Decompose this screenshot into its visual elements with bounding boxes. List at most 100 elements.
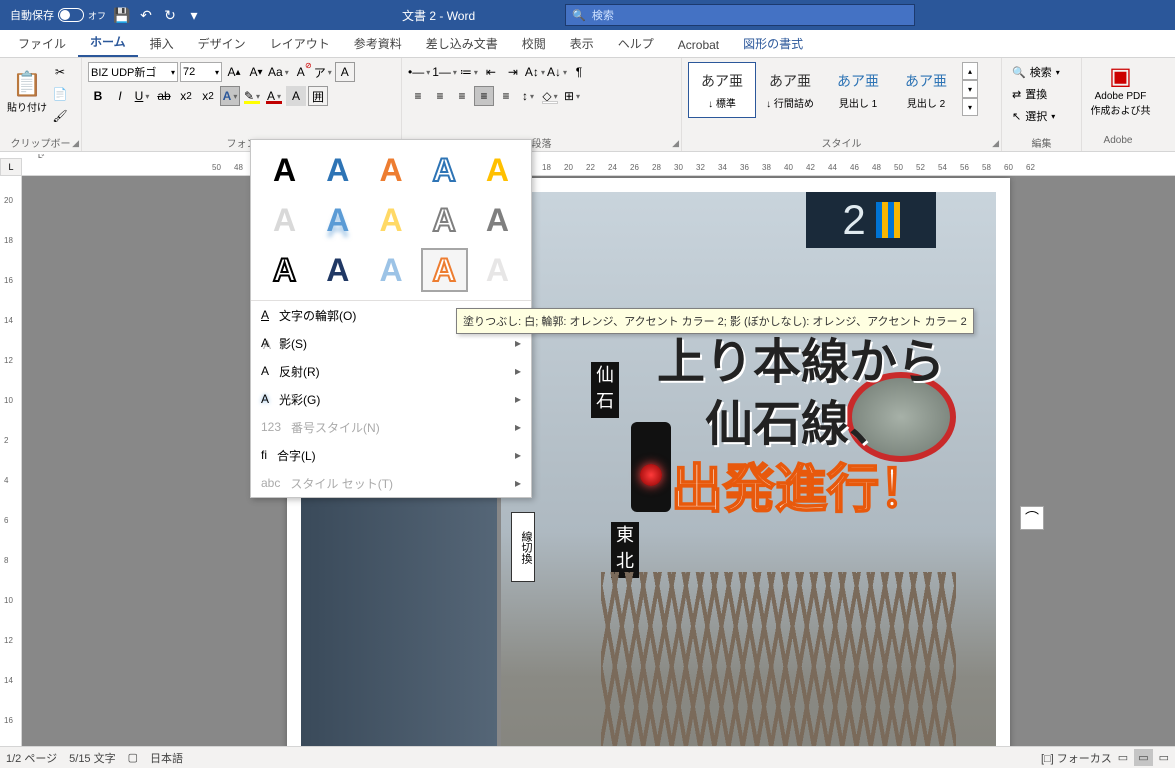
tab-insert[interactable]: 挿入: [138, 30, 186, 57]
find-button[interactable]: 🔍検索▾: [1008, 62, 1075, 82]
paragraph-launcher-icon[interactable]: ◢: [672, 138, 679, 149]
tab-review[interactable]: 校閲: [510, 30, 558, 57]
multilevel-button[interactable]: ≔: [459, 62, 479, 82]
fx-preset-2[interactable]: A: [314, 148, 361, 192]
tab-design[interactable]: デザイン: [186, 30, 258, 57]
undo-icon[interactable]: ↶: [138, 7, 154, 23]
shrink-font-button[interactable]: A▾: [246, 62, 266, 82]
numbering-button[interactable]: 1—: [432, 62, 457, 82]
underline-button[interactable]: U: [132, 86, 152, 106]
font-size-combo[interactable]: 72▾: [180, 62, 222, 82]
style-gallery[interactable]: あア亜↓ 標準 あア亜↓ 行間詰め あア亜見出し 1 あア亜見出し 2: [688, 62, 960, 118]
tab-home[interactable]: ホーム: [78, 28, 138, 57]
fx-preset-13[interactable]: A: [367, 248, 414, 292]
align-justify-button[interactable]: ≡: [474, 86, 494, 106]
fx-preset-1[interactable]: A: [261, 148, 308, 192]
fx-preset-11[interactable]: A: [261, 248, 308, 292]
tab-file[interactable]: ファイル: [6, 30, 78, 57]
tab-layout[interactable]: レイアウト: [258, 30, 342, 57]
fx-reflection-menu[interactable]: A反射(R)▸: [251, 357, 531, 385]
show-marks-button[interactable]: ¶: [569, 62, 589, 82]
save-icon[interactable]: 💾: [114, 7, 130, 23]
autosave-toggle[interactable]: 自動保存 オフ: [10, 7, 106, 23]
layout-options-button[interactable]: ⌒: [1020, 506, 1044, 530]
font-name-combo[interactable]: BIZ UDP新ゴ▾: [88, 62, 178, 82]
change-case-button[interactable]: Aa: [268, 62, 289, 82]
fx-preset-3[interactable]: A: [367, 148, 414, 192]
line-spacing-button[interactable]: ↕: [518, 86, 538, 106]
copy-button[interactable]: 📄: [50, 84, 70, 104]
bold-button[interactable]: B: [88, 86, 108, 106]
fx-preset-12[interactable]: A: [314, 248, 361, 292]
focus-mode-button[interactable]: [□] フォーカス: [1041, 750, 1112, 766]
horizontal-ruler[interactable]: 5048464442403824681012141618202224262830…: [22, 158, 1175, 176]
cut-button[interactable]: ✂: [50, 62, 70, 82]
clear-format-button[interactable]: A⊘: [291, 62, 311, 82]
adobe-pdf-button[interactable]: ▣ Adobe PDF 作成および共: [1088, 62, 1153, 117]
borders-button[interactable]: ⊞: [562, 86, 582, 106]
wordart-text[interactable]: 上り本線から 仙石線、 出発進行！: [636, 332, 966, 524]
align-center-button[interactable]: ≡: [430, 86, 450, 106]
view-web-button[interactable]: ▭: [1159, 751, 1169, 764]
italic-button[interactable]: I: [110, 86, 130, 106]
sort-button[interactable]: A↓: [547, 62, 567, 82]
fx-preset-4[interactable]: A: [421, 148, 468, 192]
fx-preset-15[interactable]: A: [474, 248, 521, 292]
qat-more-icon[interactable]: ▾: [186, 7, 202, 23]
style-scroll-down[interactable]: ▾: [962, 80, 978, 98]
style-nospace[interactable]: あア亜↓ 行間詰め: [756, 62, 824, 118]
view-read-button[interactable]: ▭: [1118, 751, 1128, 764]
increase-indent-button[interactable]: ⇥: [503, 62, 523, 82]
style-heading2[interactable]: あア亜見出し 2: [892, 62, 960, 118]
status-words[interactable]: 5/15 文字: [69, 750, 115, 766]
highlight-button[interactable]: ✎: [242, 86, 262, 106]
vertical-ruler[interactable]: 201816141210246810121416: [0, 176, 22, 746]
text-effects-button[interactable]: A: [220, 86, 240, 106]
align-left-button[interactable]: ≡: [408, 86, 428, 106]
tab-mailings[interactable]: 差し込み文書: [414, 30, 510, 57]
ruler-corner[interactable]: L: [0, 158, 22, 176]
fx-preset-14[interactable]: A: [421, 248, 468, 292]
status-page[interactable]: 1/2 ページ: [6, 750, 57, 766]
tab-help[interactable]: ヘルプ: [606, 30, 666, 57]
style-heading1[interactable]: あア亜見出し 1: [824, 62, 892, 118]
subscript-button[interactable]: x2: [176, 86, 196, 106]
status-spelling-icon[interactable]: ▢: [128, 751, 138, 764]
paste-button[interactable]: 📋 貼り付け: [6, 62, 48, 122]
char-border-button[interactable]: 囲: [308, 86, 328, 106]
view-print-button[interactable]: ▭: [1134, 749, 1152, 766]
align-right-button[interactable]: ≡: [452, 86, 472, 106]
char-shading-button[interactable]: A: [286, 86, 306, 106]
fx-ligatures-menu[interactable]: fi合字(L)▸: [251, 441, 531, 469]
status-language[interactable]: 日本語: [150, 750, 183, 766]
style-normal[interactable]: あア亜↓ 標準: [688, 62, 756, 118]
search-box[interactable]: 🔍 検索: [565, 4, 915, 26]
replace-button[interactable]: ⇄置換: [1008, 84, 1075, 104]
tab-references[interactable]: 参考資料: [342, 30, 414, 57]
fx-preset-10[interactable]: A: [474, 198, 521, 242]
document-area[interactable]: 2 仙石 東北 線切換 上り本線から 仙石線、 出発進行！: [22, 176, 1175, 746]
fx-glow-menu[interactable]: A光彩(G)▸: [251, 385, 531, 413]
phonetic-guide-button[interactable]: ア: [313, 62, 333, 82]
font-color-button[interactable]: A: [264, 86, 284, 106]
style-scroll-up[interactable]: ▴: [962, 62, 978, 80]
fx-preset-6[interactable]: A: [261, 198, 308, 242]
fx-preset-9[interactable]: A: [421, 198, 468, 242]
text-direction-button[interactable]: A↕: [525, 62, 545, 82]
style-more[interactable]: ▾: [962, 98, 978, 116]
fx-preset-5[interactable]: A: [474, 148, 521, 192]
enclose-char-button[interactable]: A: [335, 62, 355, 82]
grow-font-button[interactable]: A▴: [224, 62, 244, 82]
fx-preset-7[interactable]: A: [314, 198, 361, 242]
bullets-button[interactable]: •—: [408, 62, 430, 82]
superscript-button[interactable]: x2: [198, 86, 218, 106]
clipboard-launcher-icon[interactable]: ◢: [72, 138, 79, 149]
tab-acrobat[interactable]: Acrobat: [666, 33, 731, 57]
tab-shape-format[interactable]: 図形の書式: [731, 30, 815, 57]
select-button[interactable]: ↖選択▾: [1008, 106, 1075, 126]
decrease-indent-button[interactable]: ⇤: [481, 62, 501, 82]
styles-launcher-icon[interactable]: ◢: [992, 138, 999, 149]
format-painter-button[interactable]: 🖌: [50, 106, 70, 126]
align-distribute-button[interactable]: ≡: [496, 86, 516, 106]
fx-preset-8[interactable]: A: [367, 198, 414, 242]
